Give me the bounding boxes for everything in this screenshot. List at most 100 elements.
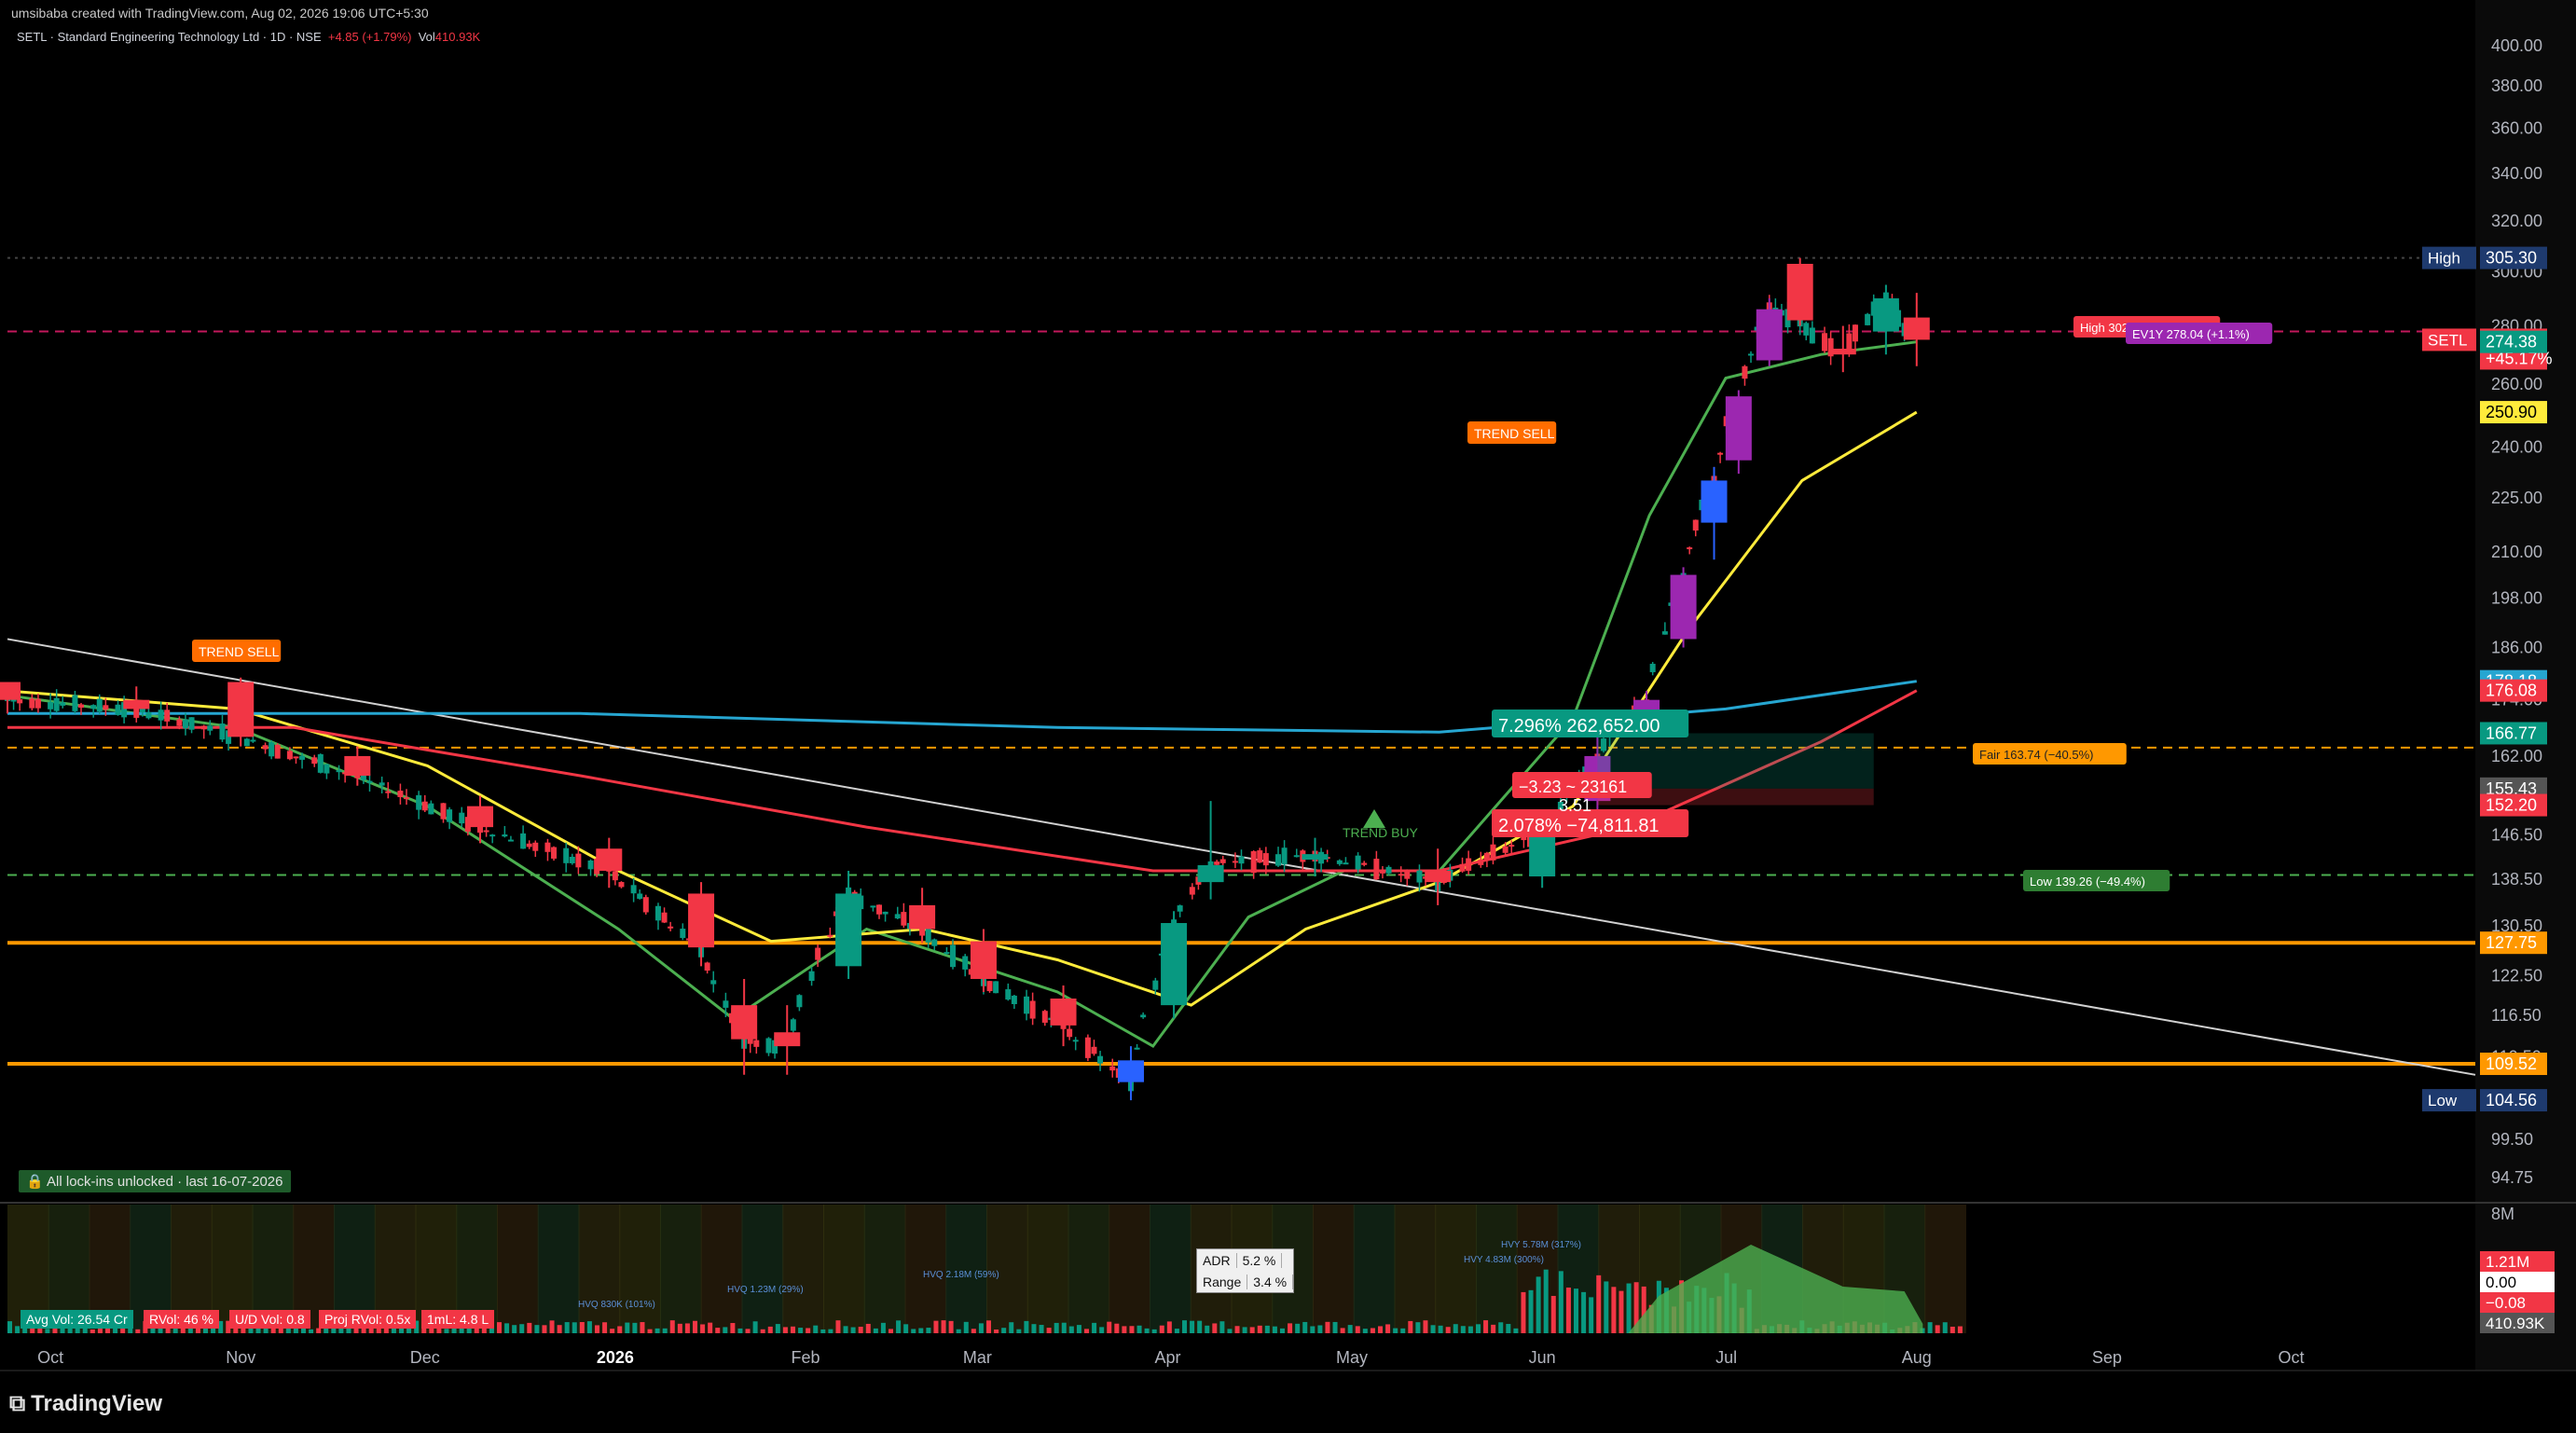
volume-bg-band — [782, 1205, 824, 1333]
volume-bar — [1445, 1327, 1451, 1333]
candle-body — [507, 839, 514, 842]
hvq-label: HVQ 1.23M (29%) — [727, 1285, 804, 1295]
key-candle-body — [1302, 854, 1329, 861]
volume-bar — [1009, 1322, 1014, 1333]
volume-bar — [610, 1329, 615, 1333]
candle-body — [1483, 852, 1490, 861]
volume-bg-band — [945, 1205, 987, 1333]
y-tick-label: 260.00 — [2491, 375, 2542, 393]
volume-bar — [1528, 1289, 1534, 1333]
candle-body — [1803, 323, 1810, 336]
volume-bar — [512, 1325, 517, 1333]
candle-body — [931, 939, 938, 946]
volume-bg-band — [1313, 1205, 1355, 1333]
candle-body — [1717, 452, 1724, 455]
candle-body — [723, 1000, 729, 1008]
x-tick-label: Dec — [410, 1348, 440, 1367]
volume-bar — [489, 1328, 494, 1333]
hvq-label: HVY 4.83M (300%) — [1464, 1255, 1544, 1265]
candle-body — [200, 725, 207, 730]
y-tick-label: 186.00 — [2491, 638, 2542, 656]
volume-bar — [1596, 1275, 1602, 1333]
volume-bar — [632, 1322, 638, 1333]
candle-body — [250, 739, 256, 742]
candle-body — [483, 830, 489, 833]
volume-bar — [926, 1328, 931, 1333]
candle-body — [336, 770, 342, 773]
rr-label-2: 3.51 — [1559, 796, 1591, 815]
volume-bar — [1264, 1325, 1270, 1333]
candle-body — [1661, 631, 1668, 635]
candle-body — [827, 934, 833, 937]
volume-bg-band — [537, 1205, 580, 1333]
volume-bar — [813, 1325, 819, 1333]
volume-bar — [1536, 1276, 1541, 1333]
volume-bar — [353, 1328, 359, 1333]
volume-bar — [1949, 1326, 1955, 1333]
candle-body — [311, 757, 318, 765]
candle-body — [1177, 905, 1183, 912]
price-axis-tag-value: 152.20 — [2486, 796, 2537, 815]
volume-bar — [1498, 1322, 1504, 1333]
volume-bar — [752, 1321, 758, 1333]
volume-bar — [715, 1328, 721, 1333]
tradingview-logo[interactable]: ⧉ TradingView — [9, 1391, 162, 1417]
volume-bar — [1340, 1328, 1345, 1333]
volume-bar — [994, 1329, 999, 1333]
candle-body — [416, 794, 422, 810]
candle-body — [366, 780, 373, 783]
volume-bar — [654, 1328, 660, 1333]
price-chart[interactable]: 400.00380.00360.00340.00320.00300.00280.… — [0, 0, 2576, 1433]
candle-body — [1852, 324, 1858, 342]
symbol-legend[interactable]: SETL · Standard Engineering Technology L… — [17, 30, 480, 44]
candle-body — [753, 1040, 760, 1047]
volume-bar — [7, 1321, 12, 1333]
volume-bar — [1212, 1323, 1218, 1333]
candle-body — [1029, 1000, 1036, 1019]
candle-body — [182, 719, 188, 729]
candle-body — [1005, 989, 1012, 1000]
key-candle-body — [596, 848, 623, 871]
volume-bar — [662, 1328, 668, 1333]
volume-bar — [497, 1322, 502, 1333]
volume-bar — [1438, 1325, 1443, 1333]
volume-bg-band — [863, 1205, 906, 1333]
volume-bar — [730, 1323, 736, 1333]
volume-bar — [828, 1329, 833, 1333]
x-tick-label: Oct — [37, 1348, 63, 1367]
volume-bar — [858, 1327, 863, 1333]
candle-body — [1742, 365, 1748, 379]
candle-body — [815, 947, 821, 960]
volume-bar — [1031, 1324, 1037, 1333]
candle-body — [274, 744, 281, 759]
key-candle-body — [688, 893, 715, 948]
volume-bar — [45, 1329, 50, 1333]
candle-body — [262, 745, 269, 750]
candle-body — [1084, 1037, 1091, 1058]
volume-bar — [15, 1326, 21, 1333]
volume-bar — [986, 1320, 991, 1333]
volume-bg-band — [904, 1205, 947, 1333]
ud-vol-stat: U/D Vol: 0.8 — [229, 1310, 310, 1329]
volume-bar — [798, 1328, 804, 1333]
volume-bar — [1054, 1322, 1059, 1333]
x-tick-label: Jun — [1529, 1348, 1556, 1367]
volume-bar — [1543, 1269, 1549, 1333]
volume-bar — [1378, 1326, 1383, 1333]
volume-bg-band — [1394, 1205, 1437, 1333]
candle-body — [1250, 850, 1257, 874]
candle-body — [324, 764, 330, 774]
volume-bar — [309, 1329, 314, 1333]
volume-bar — [564, 1322, 570, 1333]
price-axis-tag-value: 104.56 — [2486, 1091, 2537, 1109]
y-tick-label: 240.00 — [2491, 438, 2542, 457]
candle-body — [1404, 870, 1411, 879]
range-label: Range — [1197, 1274, 1248, 1289]
y-tick-label: 380.00 — [2491, 76, 2542, 95]
candle-body — [90, 705, 97, 710]
volume-bar — [534, 1325, 540, 1333]
volume-tag-value: 1.21M — [2486, 1253, 2529, 1271]
candle-body — [654, 905, 661, 921]
candle-body — [1355, 855, 1361, 870]
candle-body — [397, 791, 404, 797]
